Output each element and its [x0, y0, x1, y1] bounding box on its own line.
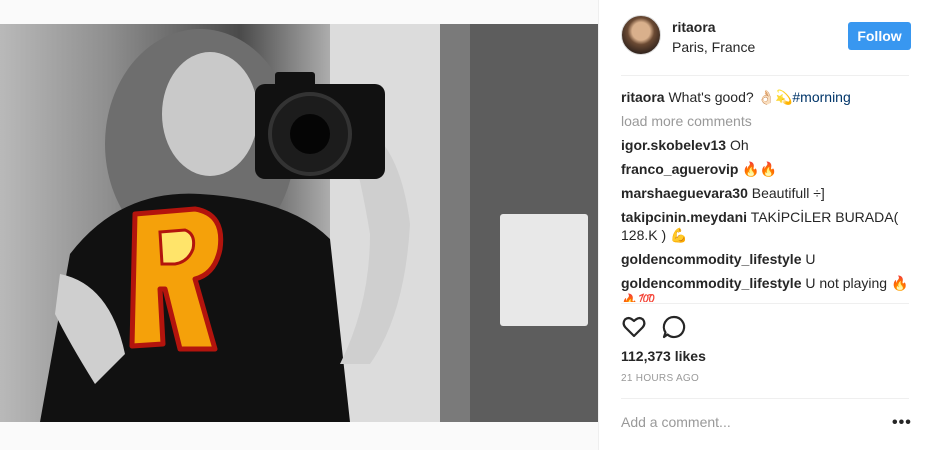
follow-button[interactable]: Follow — [848, 22, 911, 50]
heart-icon[interactable] — [621, 314, 647, 340]
comment-item: marshaeguevara30 Beautifull ÷] — [621, 184, 916, 202]
likes-count[interactable]: 112,373 likes — [621, 348, 706, 364]
comment-username[interactable]: franco_aguerovip — [621, 161, 738, 177]
comment-item: goldencommodity_lifestyle U not playing … — [621, 274, 916, 302]
action-bar — [621, 314, 687, 340]
caption-text: What's good? 👌🏻💫 — [668, 89, 793, 105]
photo-illustration — [40, 24, 598, 422]
comment-username[interactable]: takipcinin.meydani — [621, 209, 747, 225]
caption-username[interactable]: ritaora — [621, 89, 665, 105]
comment-text: Beautifull ÷] — [751, 185, 825, 201]
header-divider — [621, 75, 909, 76]
add-comment-input[interactable] — [621, 413, 881, 431]
load-more-comments-link[interactable]: load more comments — [621, 112, 916, 130]
footer-divider — [621, 398, 909, 399]
caption: ritaora What's good? 👌🏻💫#morning — [621, 88, 916, 106]
comment-username[interactable]: goldencommodity_lifestyle — [621, 251, 801, 267]
comment-item: takipcinin.meydani TAKİPCİLER BURADA( 12… — [621, 208, 916, 244]
post-header: ritaora Paris, France Follow — [621, 15, 911, 61]
comment-username[interactable]: marshaeguevara30 — [621, 185, 748, 201]
post-username[interactable]: ritaora — [672, 19, 716, 35]
more-options-icon[interactable]: ••• — [892, 414, 912, 432]
post-timestamp[interactable]: 21 HOURS AGO — [621, 373, 699, 384]
post-photo[interactable] — [0, 24, 598, 422]
comment-icon[interactable] — [661, 314, 687, 340]
comment-username[interactable]: igor.skobelev13 — [621, 137, 726, 153]
comment-item: goldencommodity_lifestyle U — [621, 250, 916, 268]
post-location[interactable]: Paris, France — [672, 39, 755, 55]
caption-hashtag[interactable]: #morning — [792, 89, 850, 105]
comments-divider — [621, 303, 909, 304]
comment-text: Oh — [729, 137, 749, 153]
comments-list: ritaora What's good? 👌🏻💫#morning load mo… — [621, 88, 916, 302]
post-side-panel: ritaora Paris, France Follow ritaora Wha… — [598, 0, 938, 450]
comment-username[interactable]: goldencommodity_lifestyle — [621, 275, 801, 291]
comment-text: 🔥🔥 — [742, 161, 778, 177]
avatar[interactable] — [621, 15, 661, 55]
comment-item: igor.skobelev13 Oh — [621, 136, 916, 154]
comment-item: franco_aguerovip 🔥🔥 — [621, 160, 916, 178]
comment-text: U — [805, 251, 816, 267]
